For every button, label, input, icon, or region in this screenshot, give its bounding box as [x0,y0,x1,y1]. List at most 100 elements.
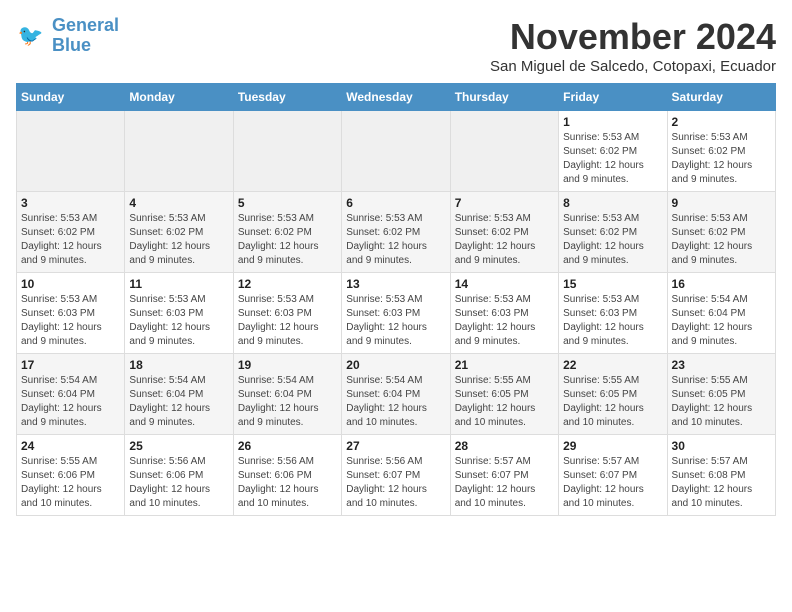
day-cell: 8 Sunrise: 5:53 AM Sunset: 6:02 PM Daylig… [559,192,667,273]
location: San Miguel de Salcedo, Cotopaxi, Ecuador [490,58,776,75]
day-cell: 4 Sunrise: 5:53 AM Sunset: 6:02 PM Daylig… [125,192,233,273]
header-cell-friday: Friday [559,84,667,111]
day-number: 5 [238,196,337,210]
day-number: 11 [129,277,228,291]
logo-icon: 🐦 [16,20,48,52]
day-number: 14 [455,277,554,291]
day-number: 8 [563,196,662,210]
header-cell-sunday: Sunday [17,84,125,111]
day-cell [125,111,233,192]
day-cell: 9Sunrise: 5:53 AM Sunset: 6:02 PM Daylig… [667,192,775,273]
day-info: Sunrise: 5:53 AM Sunset: 6:02 PM Dayligh… [672,212,771,268]
header-cell-thursday: Thursday [450,84,558,111]
day-info: Sunrise: 5:53 AM Sunset: 6:02 PM Dayligh… [346,212,445,268]
day-info: Sunrise: 5:56 AM Sunset: 6:07 PM Dayligh… [346,455,445,511]
day-info: Sunrise: 5:55 AM Sunset: 6:05 PM Dayligh… [672,374,771,430]
day-cell: 24 Sunrise: 5:55 AM Sunset: 6:06 PM Dayli… [17,435,125,516]
day-cell: 14 Sunrise: 5:53 AM Sunset: 6:03 PM Dayli… [450,273,558,354]
day-info: Sunrise: 5:53 AM Sunset: 6:02 PM Dayligh… [21,212,120,268]
header-row: SundayMondayTuesdayWednesdayThursdayFrid… [17,84,776,111]
day-info: Sunrise: 5:53 AM Sunset: 6:03 PM Dayligh… [129,293,228,349]
logo: 🐦 General Blue [16,16,119,56]
day-cell: 12Sunrise: 5:53 AM Sunset: 6:03 PM Dayli… [233,273,341,354]
week-row-1: 3 Sunrise: 5:53 AM Sunset: 6:02 PM Daylig… [17,192,776,273]
day-cell: 27Sunrise: 5:56 AM Sunset: 6:07 PM Dayli… [342,435,450,516]
day-number: 4 [129,196,228,210]
day-number: 1 [563,115,662,129]
day-info: Sunrise: 5:55 AM Sunset: 6:06 PM Dayligh… [21,455,120,511]
day-info: Sunrise: 5:53 AM Sunset: 6:03 PM Dayligh… [21,293,120,349]
day-cell: 2Sunrise: 5:53 AM Sunset: 6:02 PM Daylig… [667,111,775,192]
svg-text:🐦: 🐦 [18,24,44,47]
day-cell: 6 Sunrise: 5:53 AM Sunset: 6:02 PM Daylig… [342,192,450,273]
day-info: Sunrise: 5:57 AM Sunset: 6:07 PM Dayligh… [563,455,662,511]
day-number: 17 [21,358,120,372]
day-info: Sunrise: 5:53 AM Sunset: 6:02 PM Dayligh… [129,212,228,268]
day-info: Sunrise: 5:53 AM Sunset: 6:03 PM Dayligh… [455,293,554,349]
month-title: November 2024 [490,16,776,58]
day-number: 19 [238,358,337,372]
day-info: Sunrise: 5:54 AM Sunset: 6:04 PM Dayligh… [238,374,337,430]
day-number: 13 [346,277,445,291]
day-info: Sunrise: 5:53 AM Sunset: 6:03 PM Dayligh… [238,293,337,349]
day-info: Sunrise: 5:53 AM Sunset: 6:02 PM Dayligh… [672,131,771,187]
day-info: Sunrise: 5:53 AM Sunset: 6:03 PM Dayligh… [563,293,662,349]
day-info: Sunrise: 5:57 AM Sunset: 6:07 PM Dayligh… [455,455,554,511]
day-cell: 22 Sunrise: 5:55 AM Sunset: 6:05 PM Dayli… [559,354,667,435]
day-info: Sunrise: 5:53 AM Sunset: 6:02 PM Dayligh… [238,212,337,268]
day-number: 15 [563,277,662,291]
day-cell: 30Sunrise: 5:57 AM Sunset: 6:08 PM Dayli… [667,435,775,516]
day-info: Sunrise: 5:54 AM Sunset: 6:04 PM Dayligh… [672,293,771,349]
day-cell: 23Sunrise: 5:55 AM Sunset: 6:05 PM Dayli… [667,354,775,435]
logo-line2: Blue [52,35,91,55]
header-cell-saturday: Saturday [667,84,775,111]
week-row-0: 1 Sunrise: 5:53 AM Sunset: 6:02 PM Daylig… [17,111,776,192]
day-number: 6 [346,196,445,210]
day-cell: 13 Sunrise: 5:53 AM Sunset: 6:03 PM Dayli… [342,273,450,354]
day-cell: 1 Sunrise: 5:53 AM Sunset: 6:02 PM Daylig… [559,111,667,192]
day-info: Sunrise: 5:56 AM Sunset: 6:06 PM Dayligh… [238,455,337,511]
logo-text: General Blue [52,16,119,56]
day-cell: 28 Sunrise: 5:57 AM Sunset: 6:07 PM Dayli… [450,435,558,516]
calendar-table: SundayMondayTuesdayWednesdayThursdayFrid… [16,83,776,516]
day-number: 7 [455,196,554,210]
day-number: 21 [455,358,554,372]
day-number: 28 [455,439,554,453]
day-cell: 5 Sunrise: 5:53 AM Sunset: 6:02 PM Daylig… [233,192,341,273]
day-number: 25 [129,439,228,453]
week-row-3: 17 Sunrise: 5:54 AM Sunset: 6:04 PM Dayli… [17,354,776,435]
day-cell: 15 Sunrise: 5:53 AM Sunset: 6:03 PM Dayli… [559,273,667,354]
day-number: 30 [672,439,771,453]
day-number: 26 [238,439,337,453]
day-cell: 7 Sunrise: 5:53 AM Sunset: 6:02 PM Daylig… [450,192,558,273]
page-header: 🐦 General Blue November 2024 San Miguel … [16,16,776,75]
day-number: 3 [21,196,120,210]
header-cell-wednesday: Wednesday [342,84,450,111]
day-number: 20 [346,358,445,372]
day-number: 29 [563,439,662,453]
day-cell: 10Sunrise: 5:53 AM Sunset: 6:03 PM Dayli… [17,273,125,354]
day-info: Sunrise: 5:55 AM Sunset: 6:05 PM Dayligh… [563,374,662,430]
day-cell: 29 Sunrise: 5:57 AM Sunset: 6:07 PM Dayli… [559,435,667,516]
day-cell: 3 Sunrise: 5:53 AM Sunset: 6:02 PM Daylig… [17,192,125,273]
logo-line1: General [52,15,119,35]
day-info: Sunrise: 5:55 AM Sunset: 6:05 PM Dayligh… [455,374,554,430]
title-block: November 2024 San Miguel de Salcedo, Cot… [490,16,776,75]
day-info: Sunrise: 5:54 AM Sunset: 6:04 PM Dayligh… [129,374,228,430]
day-number: 22 [563,358,662,372]
day-cell: 18Sunrise: 5:54 AM Sunset: 6:04 PM Dayli… [125,354,233,435]
day-number: 24 [21,439,120,453]
header-cell-tuesday: Tuesday [233,84,341,111]
day-cell: 26 Sunrise: 5:56 AM Sunset: 6:06 PM Dayli… [233,435,341,516]
day-info: Sunrise: 5:53 AM Sunset: 6:02 PM Dayligh… [563,131,662,187]
day-cell [342,111,450,192]
week-row-4: 24 Sunrise: 5:55 AM Sunset: 6:06 PM Dayli… [17,435,776,516]
day-cell [233,111,341,192]
day-cell [17,111,125,192]
day-info: Sunrise: 5:53 AM Sunset: 6:03 PM Dayligh… [346,293,445,349]
day-number: 16 [672,277,771,291]
day-info: Sunrise: 5:53 AM Sunset: 6:02 PM Dayligh… [563,212,662,268]
day-cell [450,111,558,192]
day-info: Sunrise: 5:54 AM Sunset: 6:04 PM Dayligh… [346,374,445,430]
day-info: Sunrise: 5:53 AM Sunset: 6:02 PM Dayligh… [455,212,554,268]
